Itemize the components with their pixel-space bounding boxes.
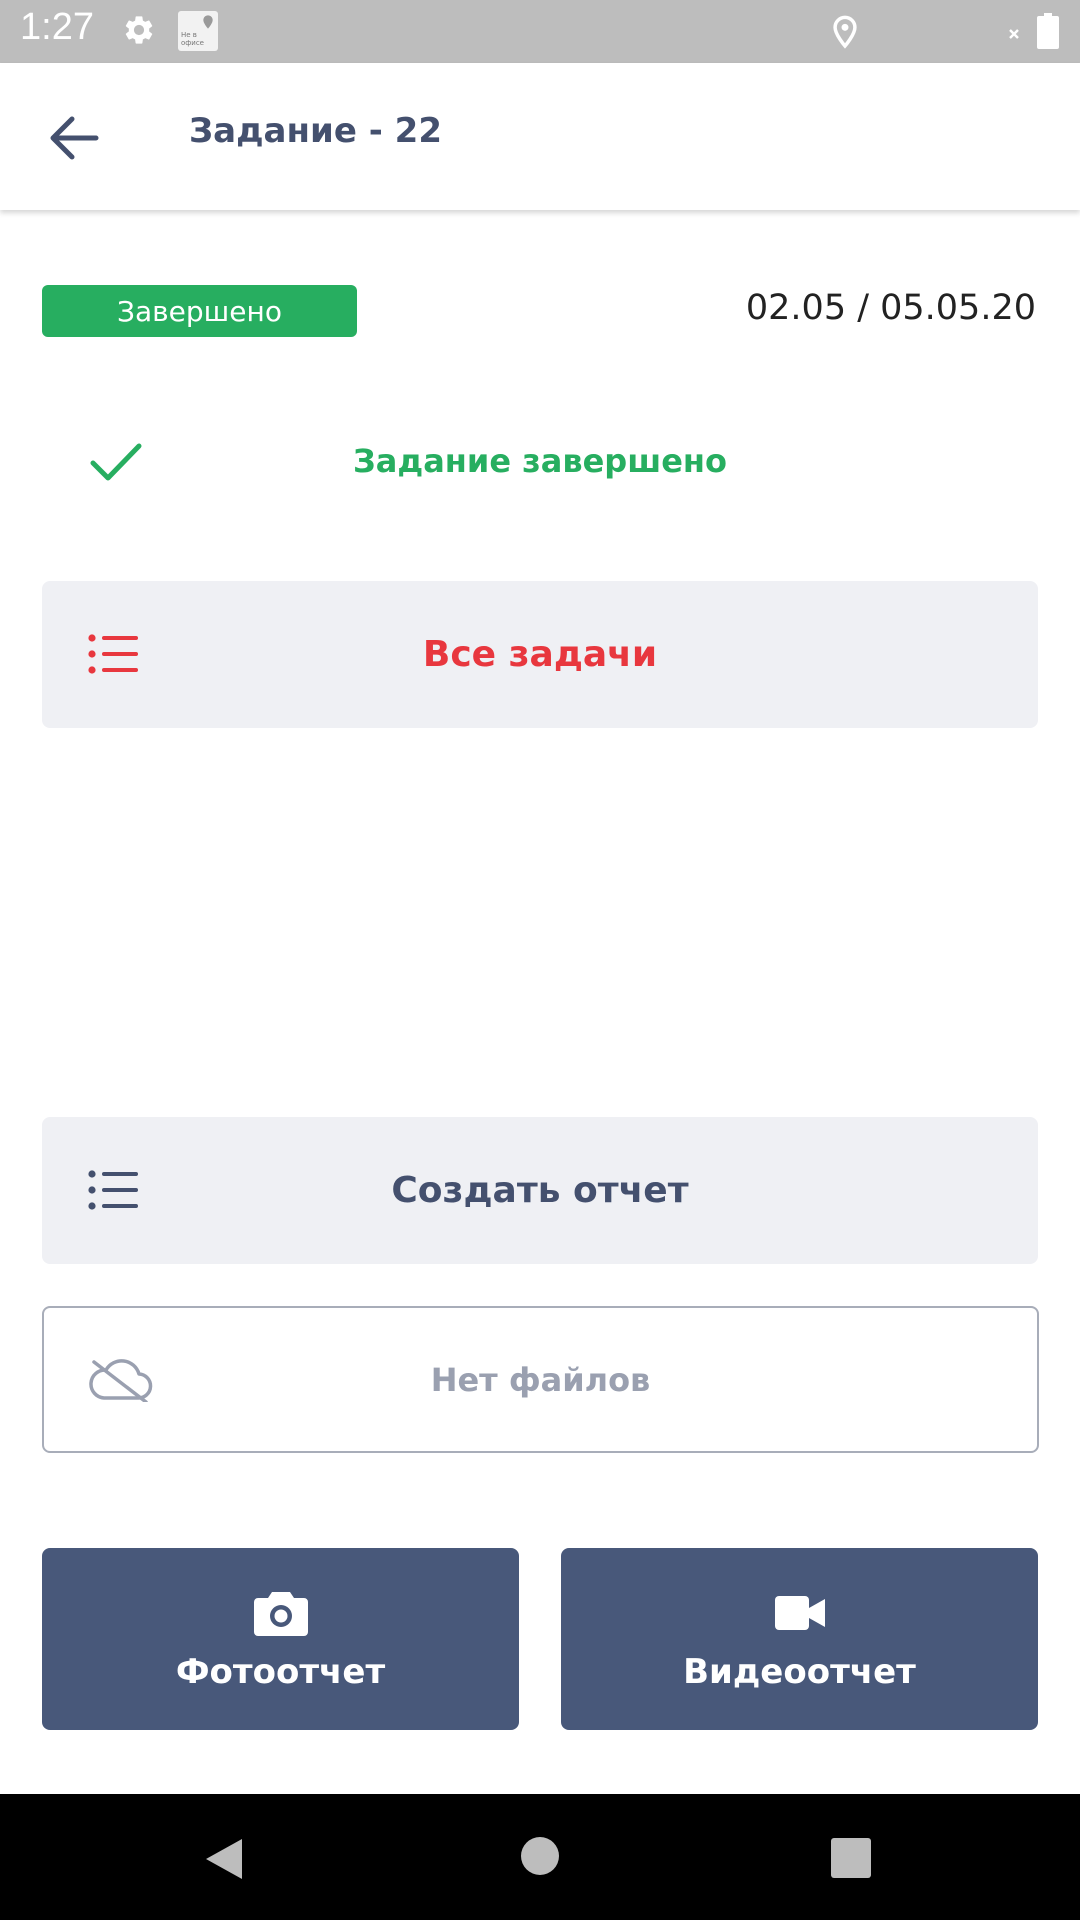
nav-home-icon[interactable] xyxy=(521,1837,559,1875)
create-report-label: Создать отчет xyxy=(391,1170,689,1211)
no-signal-icon xyxy=(1009,29,1019,39)
gear-icon xyxy=(125,16,153,44)
video-report-button[interactable]: Видеоотчет xyxy=(561,1548,1038,1730)
nav-recents-icon[interactable] xyxy=(831,1838,871,1878)
status-bar: 1:27 Не в офисе xyxy=(0,0,1080,63)
photo-report-button[interactable]: Фотоотчет xyxy=(42,1548,519,1730)
app-notification-icon: Не в офисе xyxy=(178,11,218,51)
battery-icon xyxy=(1037,13,1059,49)
app-bar: Задание - 22 xyxy=(0,63,1080,210)
screen: 1:27 Не в офисе Задание - 22 Завершено 0… xyxy=(0,0,1080,1920)
nav-back-icon[interactable] xyxy=(204,1837,244,1881)
status-time: 1:27 xyxy=(20,6,94,48)
arrow-left-icon xyxy=(50,116,99,160)
files-label: Нет файлов xyxy=(430,1360,651,1399)
page-title: Задание - 22 xyxy=(189,111,442,151)
mini-pin-icon xyxy=(203,15,213,29)
navigation-bar xyxy=(0,1794,1080,1920)
create-report-button[interactable]: Создать отчет xyxy=(42,1117,1038,1264)
all-tasks-label: Все задачи xyxy=(422,634,658,675)
back-button[interactable] xyxy=(38,103,108,173)
status-badge: Завершено xyxy=(42,285,357,337)
files-box[interactable]: Нет файлов xyxy=(42,1306,1039,1453)
completion-text: Задание завершено xyxy=(353,442,727,480)
app-icon-text-line1: Не в xyxy=(181,31,197,39)
location-icon xyxy=(833,15,857,49)
date-range: 02.05 / 05.05.20 xyxy=(745,288,1036,328)
app-icon-text-line2: офисе xyxy=(181,39,204,47)
photo-report-label: Фотоотчет xyxy=(175,1652,386,1692)
camera-icon xyxy=(253,1592,308,1636)
video-camera-icon xyxy=(774,1596,825,1630)
all-tasks-button[interactable]: Все задачи xyxy=(42,581,1038,728)
video-report-label: Видеоотчет xyxy=(683,1652,916,1692)
